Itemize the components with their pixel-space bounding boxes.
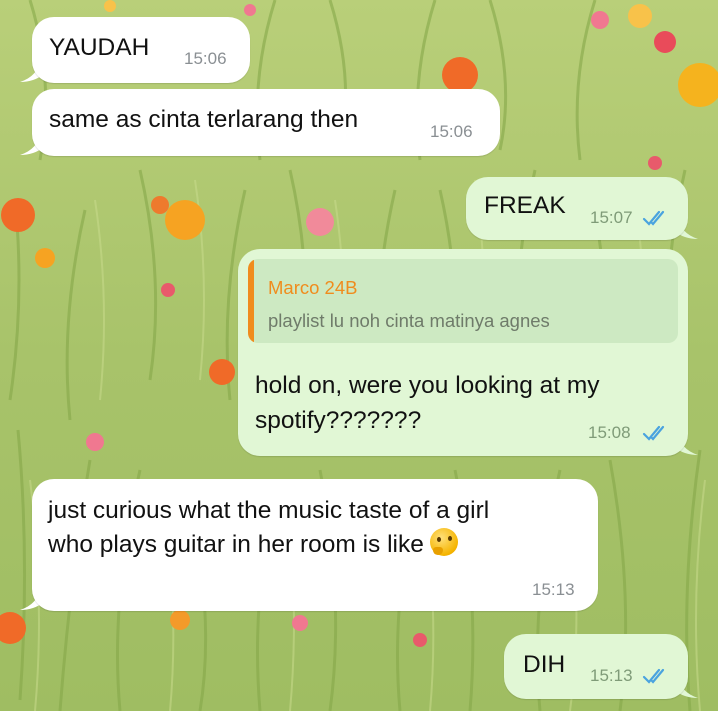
reply-text: playlist lu noh cinta matinya agnes — [268, 310, 550, 331]
read-double-check-icon — [642, 425, 665, 441]
message-text-line: spotify??????? — [255, 407, 422, 434]
outgoing-message[interactable]: DIH 15:13 — [504, 634, 688, 699]
outgoing-message[interactable]: FREAK 15:07 — [466, 177, 688, 240]
message-time: 15:13 — [590, 666, 633, 685]
message-time: 15:07 — [590, 208, 633, 227]
outgoing-reply-message[interactable]: Marco 24B playlist lu noh cinta matinya … — [238, 249, 688, 456]
message-time: 15:06 — [430, 122, 473, 141]
incoming-message[interactable]: same as cinta terlarang then 15:06 — [32, 89, 500, 156]
message-text-line: just curious what the music taste of a g… — [48, 497, 490, 524]
quoted-reply[interactable]: Marco 24B playlist lu noh cinta matinya … — [248, 259, 678, 343]
reply-accent-bar — [248, 259, 254, 343]
message-time: 15:13 — [532, 580, 575, 599]
message-text: DIH — [523, 651, 566, 678]
thinking-face-icon — [429, 528, 458, 556]
message-time: 15:06 — [184, 49, 227, 68]
message-time: 15:08 — [588, 423, 631, 442]
read-double-check-icon — [642, 668, 665, 684]
message-text: YAUDAH — [49, 34, 150, 61]
message-text: FREAK — [484, 192, 566, 219]
message-text-line: who plays guitar in her room is like — [48, 528, 458, 562]
message-text-line: hold on, were you looking at my — [255, 372, 600, 399]
reply-author: Marco 24B — [268, 277, 358, 298]
message-text: same as cinta terlarang then — [49, 106, 359, 133]
message-text-line-content: who plays guitar in her room is like — [48, 531, 424, 558]
read-double-check-icon — [642, 210, 665, 226]
incoming-message[interactable]: YAUDAH 15:06 — [32, 17, 250, 83]
incoming-message[interactable]: just curious what the music taste of a g… — [32, 479, 598, 611]
